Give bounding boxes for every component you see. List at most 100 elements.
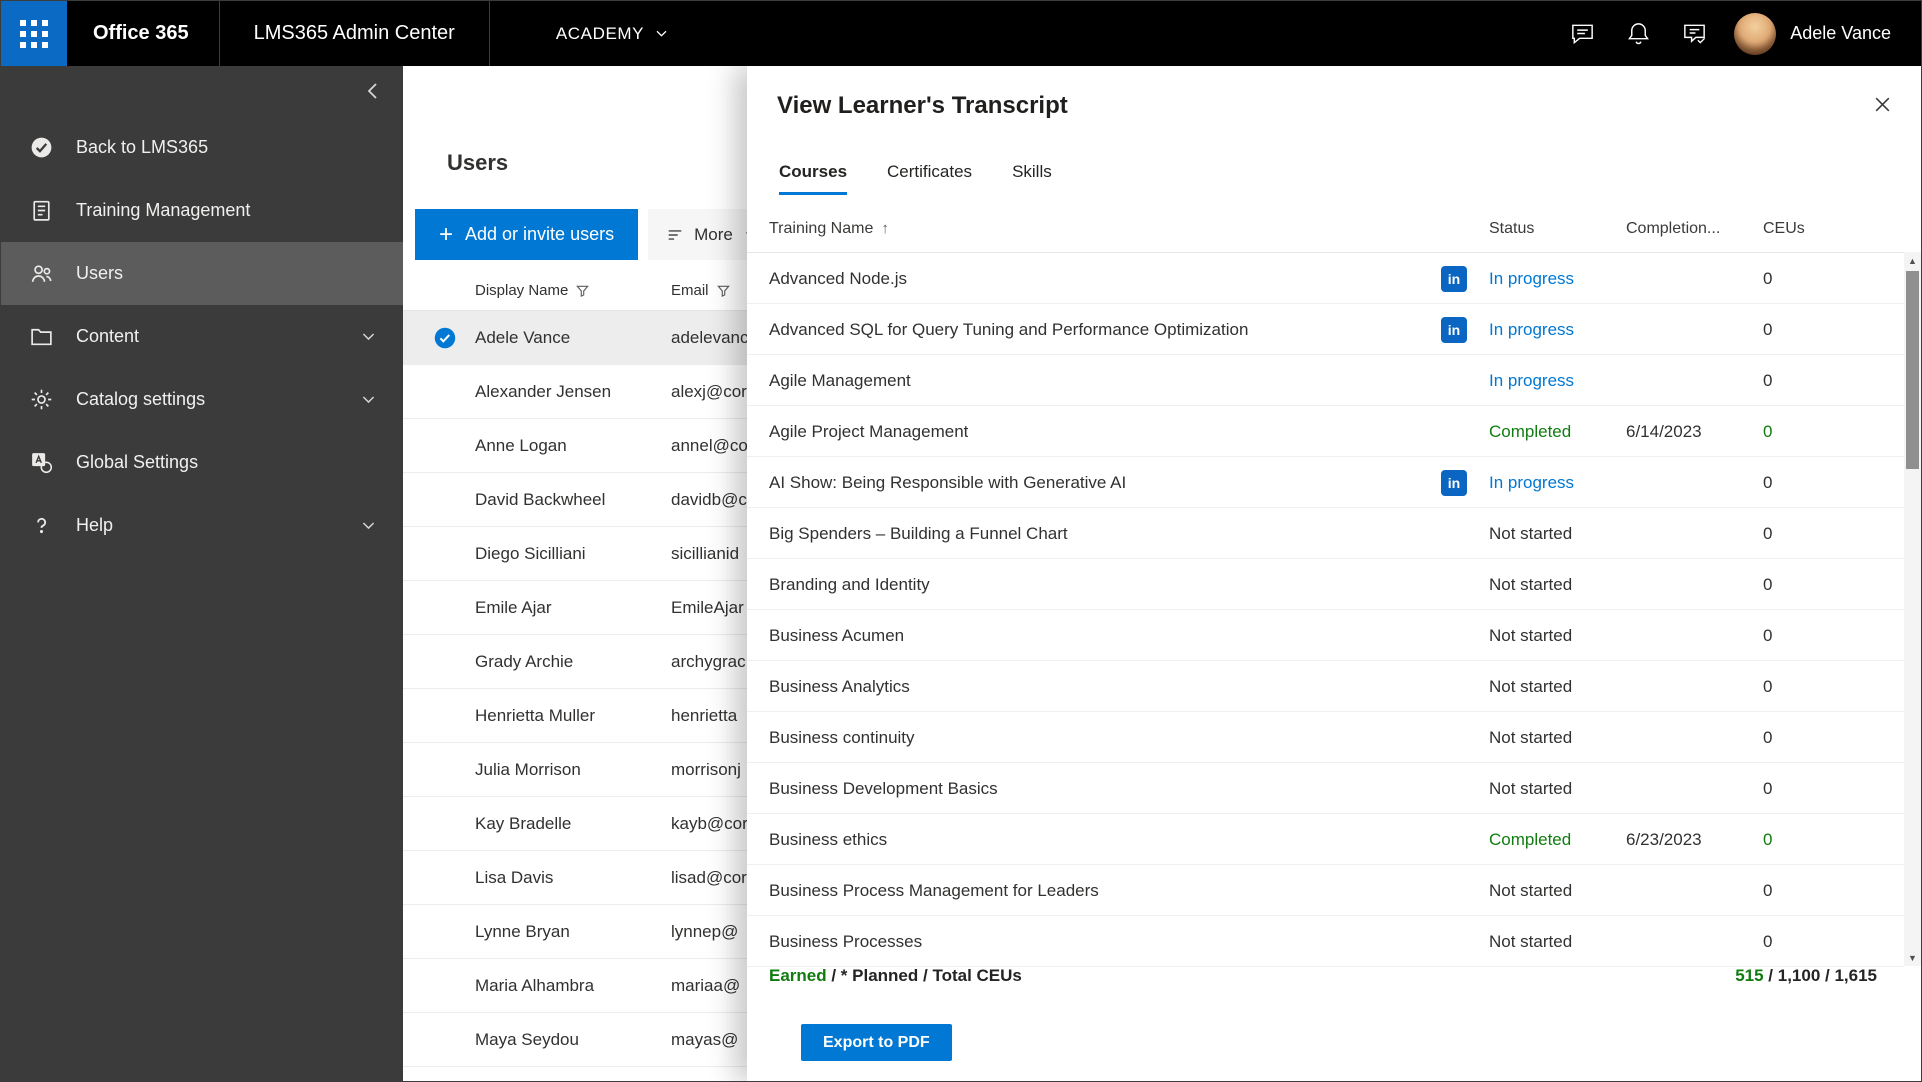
training-row[interactable]: Agile Management In progress 0	[747, 355, 1904, 406]
chat-button[interactable]	[1554, 1, 1610, 66]
user-display-name: Diego Sicilliani	[475, 544, 586, 563]
training-row[interactable]: Business continuity Not started 0	[747, 712, 1904, 763]
sidebar-item-catalog-settings[interactable]: Catalog settings	[1, 368, 403, 431]
export-to-pdf-button[interactable]: Export to PDF	[801, 1024, 952, 1061]
scrollbar[interactable]: ▲ ▼	[1904, 252, 1921, 966]
training-name: Agile Management	[769, 371, 911, 390]
training-name: Advanced SQL for Query Tuning and Perfor…	[769, 320, 1249, 339]
training-name: Business Acumen	[769, 626, 905, 645]
user-name[interactable]: Adele Vance	[1790, 23, 1891, 44]
training-row[interactable]: AI Show: Being Responsible with Generati…	[747, 457, 1904, 508]
ceu-summary: Earned / * Planned / Total CEUs 515 / 1,…	[769, 956, 1877, 996]
user-display-name: Julia Morrison	[475, 760, 581, 779]
earned-value: 515	[1735, 966, 1764, 985]
chevron-down-icon	[654, 26, 669, 41]
training-ceus: 0	[1763, 320, 1773, 339]
training-ceus: 0	[1763, 524, 1773, 543]
column-completion[interactable]: Completion...	[1626, 206, 1720, 252]
training-row[interactable]: Business Process Management for Leaders N…	[747, 865, 1904, 916]
panel-title: View Learner's Transcript	[777, 92, 1068, 119]
training-icon	[29, 198, 54, 223]
user-display-name: Maria Alhambra	[475, 976, 595, 995]
scrollbar-thumb[interactable]	[1906, 271, 1919, 469]
training-status: Completed	[1489, 830, 1572, 849]
sidebar-item-content[interactable]: Content	[1, 305, 403, 368]
tab-courses[interactable]: Courses	[779, 162, 848, 195]
scroll-down-icon[interactable]: ▼	[1904, 949, 1921, 966]
column-email[interactable]: Email	[671, 269, 731, 311]
transcript-tabs: Courses Certificates Skills	[779, 162, 1052, 195]
sidebar-item-help[interactable]: Help	[1, 494, 403, 557]
user-email: archygrac	[671, 652, 746, 671]
user-email: annel@co	[671, 436, 748, 455]
add-button-label: Add or invite users	[465, 224, 615, 244]
avatar[interactable]	[1734, 12, 1777, 55]
sidebar-item-users[interactable]: Users	[1, 242, 403, 305]
column-training-name[interactable]: Training Name ↑	[769, 206, 889, 252]
training-row[interactable]: Business Development Basics Not started 0	[747, 763, 1904, 814]
training-name: Branding and Identity	[769, 575, 930, 594]
training-name: Advanced Node.js	[769, 269, 907, 288]
column-ceus[interactable]: CEUs	[1763, 206, 1805, 252]
training-ceus: 0	[1763, 728, 1773, 747]
training-status: Not started	[1489, 524, 1573, 543]
tab-certificates[interactable]: Certificates	[887, 162, 972, 195]
feedback-button[interactable]	[1666, 1, 1722, 66]
tenant-name: ACADEMY	[555, 23, 645, 43]
training-row[interactable]: Advanced SQL for Query Tuning and Perfor…	[747, 304, 1904, 355]
training-row[interactable]: Business Acumen Not started 0	[747, 610, 1904, 661]
sidebar-item-training-management[interactable]: Training Management	[1, 179, 403, 242]
tenant-selector[interactable]: ACADEMY	[556, 24, 669, 44]
app-launcher-button[interactable]	[1, 1, 67, 66]
training-ceus: 0	[1763, 422, 1773, 441]
training-ceus: 0	[1763, 575, 1773, 594]
transcript-table-body: Advanced Node.js in In progress 0 Advanced S…	[747, 252, 1904, 967]
user-display-name: Adele Vance	[475, 328, 571, 347]
gear-icon	[29, 387, 54, 412]
training-status: In progress	[1489, 320, 1575, 339]
planned-total-label: / * Planned / Total CEUs	[826, 966, 1022, 985]
more-button-label: More	[694, 224, 733, 244]
topbar-right: Adele Vance	[1554, 1, 1921, 66]
training-row[interactable]: Business Analytics Not started 0	[747, 661, 1904, 712]
top-bar: Office 365 LMS365 Admin Center ACADEMY A…	[1, 1, 1921, 66]
training-ceus: 0	[1763, 473, 1773, 492]
training-row[interactable]: Agile Project Management Completed 6/14/20…	[747, 406, 1904, 457]
user-email: mariaa@	[671, 976, 741, 995]
training-name: Business Analytics	[769, 677, 910, 696]
app-title[interactable]: LMS365 Admin Center	[220, 22, 489, 45]
training-row[interactable]: Branding and Identity Not started 0	[747, 559, 1904, 610]
user-email: henrietta	[671, 706, 738, 725]
chat-icon	[1569, 20, 1596, 47]
sidebar-item-label: Back to LMS365	[76, 137, 209, 157]
notifications-button[interactable]	[1610, 1, 1666, 66]
sort-ascending-icon: ↑	[881, 220, 889, 237]
close-button[interactable]	[1872, 94, 1893, 115]
user-display-name: Grady Archie	[475, 652, 574, 671]
sidebar-item-label: Users	[76, 263, 124, 283]
training-row[interactable]: Advanced Node.js in In progress 0	[747, 253, 1904, 304]
training-completion-date: 6/14/2023	[1626, 422, 1702, 441]
user-display-name: Anne Logan	[475, 436, 567, 455]
collapse-sidebar-button[interactable]	[363, 81, 383, 101]
user-email: mayas@	[671, 1030, 739, 1049]
sidebar-item-label: Global Settings	[76, 452, 199, 472]
sidebar-item-global-settings[interactable]: Global Settings	[1, 431, 403, 494]
brand-office365[interactable]: Office 365	[67, 22, 219, 45]
training-status: In progress	[1489, 269, 1575, 288]
column-display-name[interactable]: Display Name	[475, 269, 590, 311]
sidebar-item-back-to-lms365[interactable]: Back to LMS365	[1, 116, 403, 179]
column-status[interactable]: Status	[1489, 206, 1534, 252]
close-icon	[1872, 94, 1893, 115]
translate-icon	[29, 450, 54, 475]
training-completion-date: 6/23/2023	[1626, 830, 1702, 849]
scroll-up-icon[interactable]: ▲	[1904, 252, 1921, 269]
add-or-invite-users-button[interactable]: + Add or invite users	[415, 209, 639, 260]
training-row[interactable]: Big Spenders – Building a Funnel Chart No…	[747, 508, 1904, 559]
chevron-down-icon	[360, 517, 377, 534]
training-row[interactable]: Business ethics Completed 6/23/2023 0	[747, 814, 1904, 865]
chevron-down-icon	[360, 391, 377, 408]
planned-total-value: / 1,100 / 1,615	[1763, 966, 1877, 985]
tab-skills[interactable]: Skills	[1012, 162, 1052, 195]
linkedin-icon: in	[1441, 266, 1467, 292]
